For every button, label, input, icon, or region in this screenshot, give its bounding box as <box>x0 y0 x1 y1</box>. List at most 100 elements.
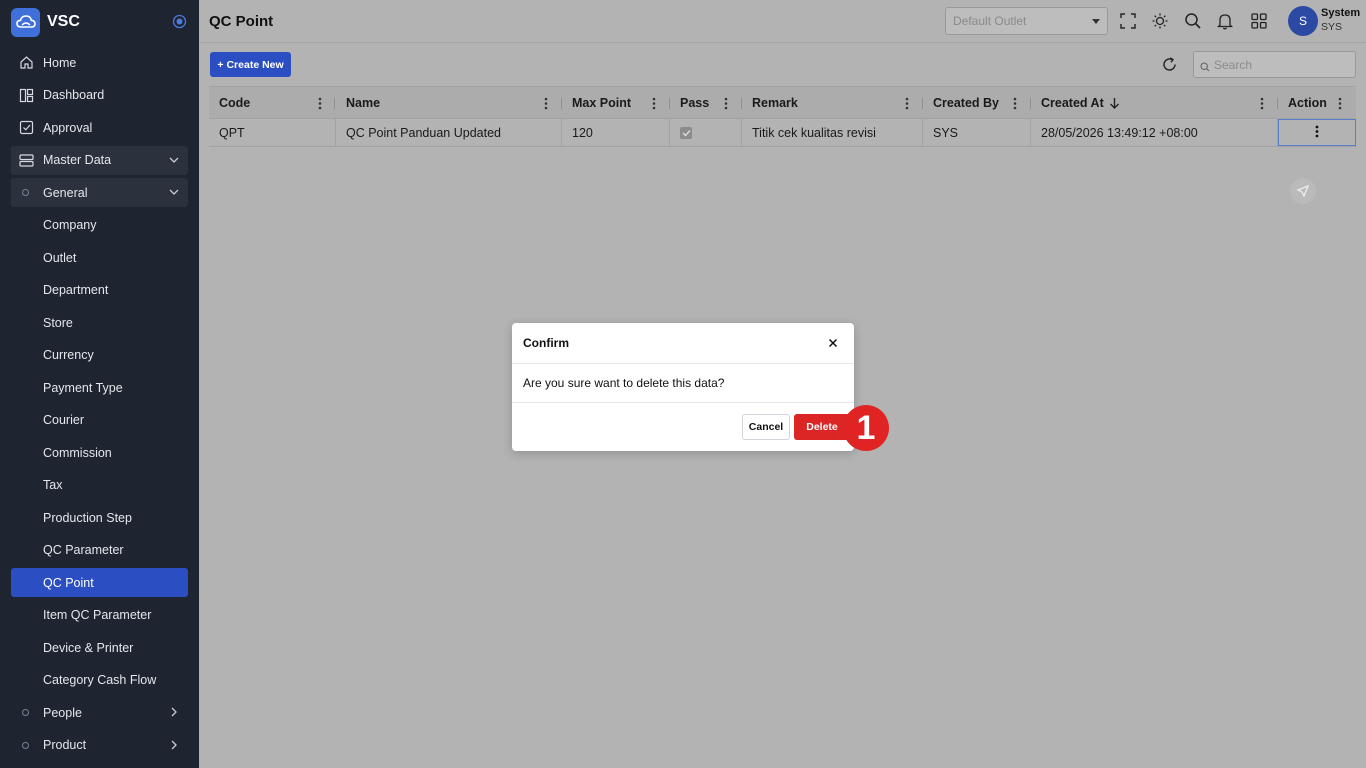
column-menu-icon[interactable] <box>1338 97 1342 110</box>
avatar[interactable]: S <box>1288 6 1318 36</box>
sidebar-item-label: Store <box>43 315 73 330</box>
app-name: VSC <box>47 13 80 30</box>
sidebar-item-tax[interactable]: Tax <box>11 471 188 500</box>
cell-name[interactable]: QC Point Panduan Updated <box>336 119 562 146</box>
search-icon[interactable] <box>1184 12 1202 30</box>
column-label: Action <box>1288 95 1327 110</box>
column-menu-icon[interactable] <box>905 97 909 110</box>
fullscreen-icon[interactable] <box>1119 12 1137 30</box>
row-actions-menu-icon[interactable] <box>1315 125 1319 141</box>
sidebar-item-category-cash-flow[interactable]: Category Cash Flow <box>11 666 188 695</box>
sidebar-item-qc-parameter[interactable]: QC Parameter <box>11 536 188 565</box>
column-menu-icon[interactable] <box>1260 97 1264 110</box>
user-code: SYS <box>1321 21 1343 33</box>
sidebar-item-device-printer[interactable]: Device & Printer <box>11 633 188 662</box>
column-menu-icon[interactable] <box>318 97 322 110</box>
table-header: Code Name Max Point Pass Remark Created … <box>209 86 1356 119</box>
column-header-name[interactable]: Name <box>336 87 562 118</box>
column-menu-icon[interactable] <box>1013 97 1017 110</box>
column-label: Name <box>346 95 381 110</box>
cancel-button[interactable]: Cancel <box>742 414 790 440</box>
sidebar-item-qc-point[interactable]: QC Point <box>11 568 188 597</box>
search-input[interactable] <box>1214 56 1349 74</box>
bell-icon[interactable] <box>1216 12 1234 30</box>
column-menu-icon[interactable] <box>652 97 656 110</box>
sidebar-item-department[interactable]: Department <box>11 276 188 305</box>
sidebar-item-label: Courier <box>43 413 84 427</box>
column-label: Max Point <box>572 95 632 110</box>
column-menu-icon[interactable] <box>724 97 728 110</box>
sidebar-item-item-qc-parameter[interactable]: Item QC Parameter <box>11 601 188 630</box>
avatar-initial: S <box>1298 14 1307 28</box>
sidebar-item-home[interactable]: Home <box>11 48 188 77</box>
cell-max-point[interactable]: 120 <box>562 119 670 146</box>
dashboard-icon <box>18 87 34 103</box>
column-divider[interactable] <box>334 98 335 109</box>
sidebar-item-label: Item QC Parameter <box>43 608 152 622</box>
column-header-created-at[interactable]: Created At <box>1031 87 1278 118</box>
column-menu-icon[interactable] <box>544 97 548 110</box>
outlet-select[interactable]: Default Outlet <box>945 7 1108 35</box>
sidebar-item-dashboard[interactable]: Dashboard <box>11 81 188 110</box>
sidebar-item-approval[interactable]: Approval <box>11 113 188 142</box>
apps-grid-icon[interactable] <box>1250 12 1268 30</box>
column-header-remark[interactable]: Remark <box>742 87 923 118</box>
sidebar-item-master-data[interactable]: Master Data <box>11 145 188 175</box>
sidebar-item-company[interactable]: Company <box>11 211 188 240</box>
sidebar-item-label: Commission <box>43 445 112 460</box>
sidebar-item-currency[interactable]: Currency <box>11 341 188 370</box>
sidebar-item-people[interactable]: People <box>11 698 188 727</box>
sidebar: VSC Home Dashboard Approval Master Data … <box>0 0 199 768</box>
sort-descending-icon[interactable] <box>1109 97 1120 109</box>
column-label: Pass <box>680 95 710 110</box>
refresh-icon[interactable] <box>1161 56 1178 73</box>
pass-checkbox[interactable] <box>680 126 692 139</box>
sidebar-item-general[interactable]: General <box>11 178 188 207</box>
page-title: QC Point <box>209 13 274 30</box>
create-new-button[interactable]: + Create New <box>210 52 291 77</box>
confirm-dialog: Confirm Are you sure want to delete this… <box>512 323 854 451</box>
cell-created-at[interactable]: 28/05/2026 13:49:12 +08:00 <box>1031 119 1278 146</box>
approval-icon <box>18 120 34 136</box>
sidebar-item-outlet[interactable]: Outlet <box>11 243 188 272</box>
column-header-pass[interactable]: Pass <box>670 87 742 118</box>
sidebar-item-commission[interactable]: Commission <box>11 438 188 467</box>
sun-icon[interactable] <box>1151 12 1169 30</box>
cell-action[interactable] <box>1278 119 1356 146</box>
sidebar-item-label: Production Step <box>43 510 132 525</box>
sidebar-item-label: Home <box>43 55 77 70</box>
sidebar-item-store[interactable]: Store <box>11 308 188 337</box>
plus-icon: + <box>217 58 224 71</box>
create-new-label: Create New <box>226 58 284 71</box>
dialog-title: Confirm <box>523 336 569 350</box>
cell-code[interactable]: QPT <box>209 119 336 146</box>
close-icon[interactable] <box>827 337 839 349</box>
search-icon <box>1200 60 1210 72</box>
sidebar-toggle-icon[interactable] <box>172 14 187 29</box>
sidebar-item-label: Product <box>43 738 87 752</box>
data-table: Code Name Max Point Pass Remark Created … <box>209 86 1356 147</box>
sidebar-item-payment-type[interactable]: Payment Type <box>11 373 188 402</box>
sidebar-item-product[interactable]: Product <box>11 731 188 760</box>
cloud-logo-icon <box>11 7 40 37</box>
brand[interactable]: VSC <box>11 7 80 37</box>
cell-pass[interactable] <box>670 119 742 146</box>
home-icon <box>18 55 34 71</box>
column-header-action[interactable]: Action <box>1278 87 1356 118</box>
sidebar-item-courier[interactable]: Courier <box>11 406 188 435</box>
sidebar-item-label: General <box>43 185 88 200</box>
sidebar-item-label: Payment Type <box>43 380 123 395</box>
circle-icon <box>22 741 29 749</box>
column-label: Created By <box>933 95 999 110</box>
column-label: Created At <box>1041 95 1104 110</box>
cell-created-by[interactable]: SYS <box>923 119 1031 146</box>
sidebar-item-label: People <box>43 705 82 720</box>
table-row[interactable]: QPT QC Point Panduan Updated 120 Titik c… <box>209 119 1356 147</box>
sidebar-item-production-step[interactable]: Production Step <box>11 503 188 532</box>
delete-button[interactable]: Delete <box>794 414 850 440</box>
circle-icon <box>22 189 29 196</box>
search-field[interactable] <box>1193 51 1356 78</box>
sidebar-item-label: Master Data <box>43 153 112 167</box>
column-header-code[interactable]: Code <box>209 87 335 118</box>
cell-remark[interactable]: Titik cek kualitas revisi <box>742 119 923 146</box>
